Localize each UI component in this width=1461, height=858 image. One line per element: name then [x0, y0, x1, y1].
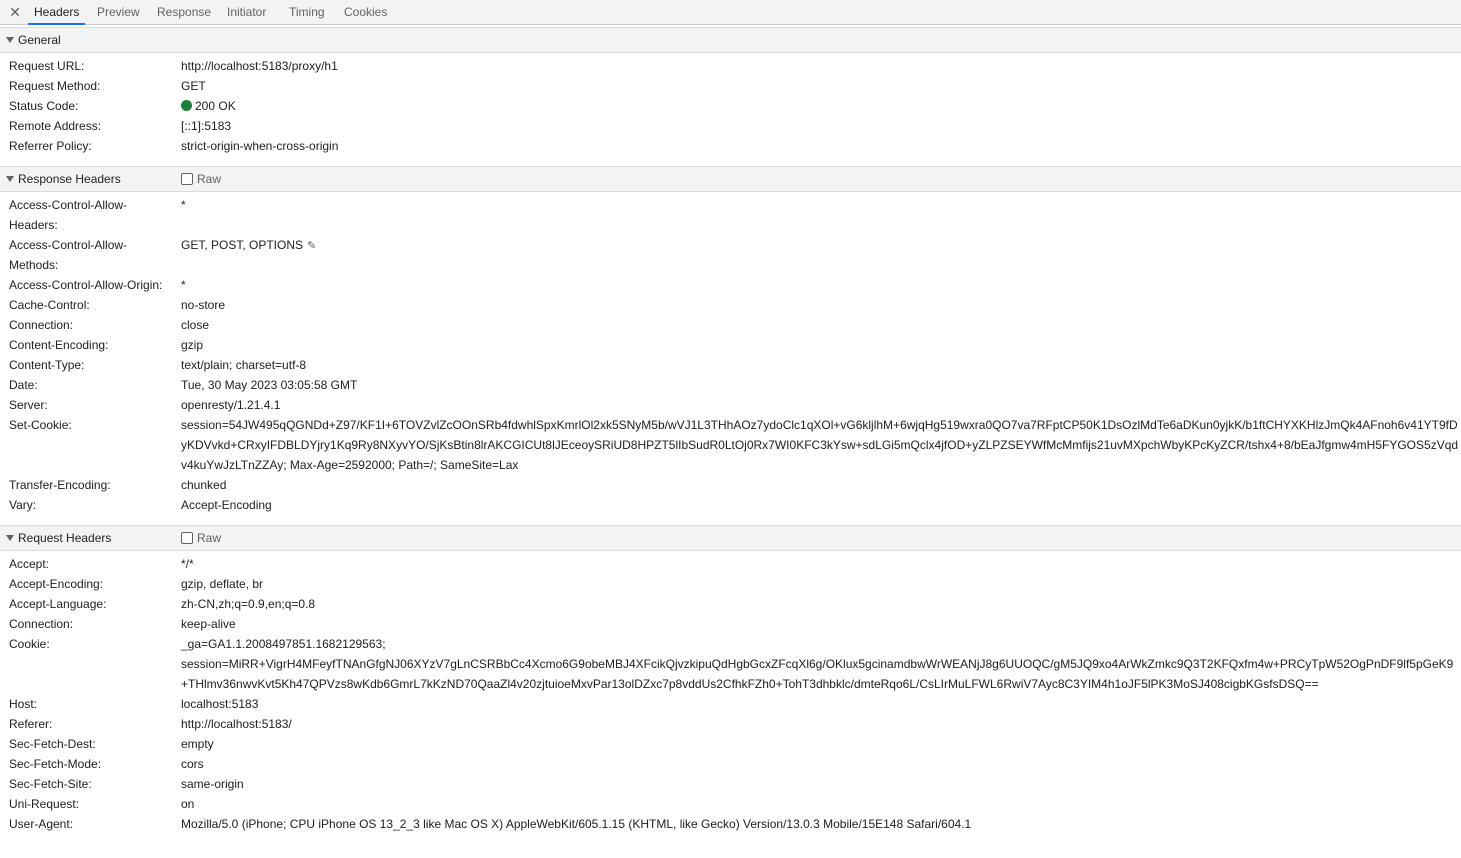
header-value[interactable]: cors — [181, 754, 1459, 774]
raw-label: Raw — [197, 531, 222, 545]
header-key: Connection: — [9, 318, 74, 332]
general-section-header[interactable]: General — [0, 27, 1461, 53]
header-value[interactable]: close — [181, 315, 1459, 335]
header-key: Request URL: — [9, 59, 85, 73]
header-value[interactable]: http://localhost:5183/ — [181, 714, 1459, 734]
header-key: Accept-Encoding: — [9, 577, 104, 591]
raw-checkbox[interactable] — [181, 173, 193, 185]
header-key: Sec-Fetch-Dest: — [9, 737, 96, 751]
header-key: Content-Encoding: — [9, 338, 109, 352]
header-value[interactable]: http://localhost:5183/proxy/h1 — [181, 56, 1459, 76]
header-value[interactable]: no-store — [181, 295, 1459, 315]
header-value[interactable]: on — [181, 794, 1459, 814]
header-key: Accept: — [9, 557, 50, 571]
request-headers-section-header[interactable]: Request Headers Raw — [0, 525, 1461, 551]
header-key: Status Code: — [9, 99, 79, 113]
header-value[interactable]: same-origin — [181, 774, 1459, 794]
close-icon[interactable]: ✕ — [8, 4, 22, 20]
raw-toggle[interactable]: Raw — [181, 167, 221, 191]
header-value[interactable]: Tue, 30 May 2023 03:05:58 GMT — [181, 375, 1459, 395]
header-value[interactable]: Mozilla/5.0 (iPhone; CPU iPhone OS 13_2_… — [181, 814, 1459, 834]
header-value[interactable]: empty — [181, 734, 1459, 754]
pencil-icon[interactable]: ✎ — [307, 236, 316, 256]
tab-initiator[interactable]: Initiator — [221, 0, 272, 25]
header-value[interactable]: zh-CN,zh;q=0.9,en;q=0.8 — [181, 594, 1459, 614]
header-key: User-Agent: — [9, 817, 74, 831]
raw-toggle[interactable]: Raw — [181, 526, 221, 550]
header-value[interactable]: gzip, deflate, br — [181, 574, 1459, 594]
header-key: Date: — [9, 378, 38, 392]
header-key: Remote Address: — [9, 119, 102, 133]
header-key: Host: — [9, 697, 38, 711]
header-value[interactable]: strict-origin-when-cross-origin — [181, 136, 1459, 156]
header-value[interactable]: text/plain; charset=utf-8 — [181, 355, 1459, 375]
header-value[interactable]: GET, POST, OPTIONS ✎ — [181, 235, 1459, 256]
header-value[interactable]: * — [181, 195, 1459, 215]
header-value[interactable]: keep-alive — [181, 614, 1459, 634]
response-headers-section-header[interactable]: Response Headers Raw — [0, 166, 1461, 192]
header-value[interactable]: GET — [181, 76, 1459, 96]
header-value[interactable]: localhost:5183 — [181, 694, 1459, 714]
header-key: Content-Type: — [9, 358, 85, 372]
devtools-tab-bar: ✕ Headers Preview Response Initiator Tim… — [0, 0, 1461, 25]
header-key: Accept-Language: — [9, 597, 107, 611]
header-key: Access-Control-Allow-Headers: — [9, 198, 128, 232]
header-key: Sec-Fetch-Mode: — [9, 757, 102, 771]
header-key: Cache-Control: — [9, 298, 90, 312]
header-key: Cookie: — [9, 637, 50, 651]
header-key: Set-Cookie: — [9, 418, 72, 432]
tab-cookies[interactable]: Cookies — [338, 0, 393, 25]
tab-preview[interactable]: Preview — [91, 0, 146, 25]
header-key: Request Method: — [9, 79, 101, 93]
header-value-text: GET, POST, OPTIONS — [181, 238, 304, 252]
section-title-request-headers: Request Headers — [18, 531, 112, 545]
tab-headers[interactable]: Headers — [28, 0, 86, 25]
tab-timing[interactable]: Timing — [283, 0, 331, 25]
header-value[interactable]: _ga=GA1.1.2008497851.1682129563; — [181, 634, 1459, 654]
header-value[interactable]: session=54JW495qQGNDd+Z97/KF1I+6TOVZvlZc… — [181, 415, 1459, 475]
header-value[interactable]: session=MiRR+VigrH4MFeyfTNAnGfgNJ06XYzV7… — [181, 654, 1459, 694]
header-key: Referer: — [9, 717, 53, 731]
header-value[interactable]: 200 OK — [181, 96, 1459, 116]
header-key: Access-Control-Allow-Methods: — [9, 238, 128, 272]
header-key: Access-Control-Allow-Origin: — [9, 278, 163, 292]
header-value[interactable]: openresty/1.21.4.1 — [181, 395, 1459, 415]
triangle-down-icon[interactable] — [6, 37, 14, 43]
header-key: Server: — [9, 398, 48, 412]
header-key: Uni-Request: — [9, 797, 80, 811]
raw-label: Raw — [197, 172, 222, 186]
header-key: Sec-Fetch-Site: — [9, 777, 92, 791]
section-title-general: General — [18, 33, 61, 47]
header-key: Transfer-Encoding: — [9, 478, 111, 492]
header-key: Referrer Policy: — [9, 139, 92, 153]
triangle-down-icon[interactable] — [6, 176, 14, 182]
triangle-down-icon[interactable] — [6, 535, 14, 541]
header-value[interactable]: chunked — [181, 475, 1459, 495]
header-value[interactable]: */* — [181, 554, 1459, 574]
section-title-response-headers: Response Headers — [18, 172, 121, 186]
tab-response[interactable]: Response — [151, 0, 217, 25]
header-value[interactable]: Accept-Encoding — [181, 495, 1459, 515]
header-key: Connection: — [9, 617, 74, 631]
header-value[interactable]: gzip — [181, 335, 1459, 355]
header-value[interactable]: [::1]:5183 — [181, 116, 1459, 136]
status-ok-icon — [181, 100, 192, 111]
status-code-text: 200 OK — [195, 99, 236, 113]
header-key: Vary: — [9, 498, 37, 512]
header-value[interactable]: * — [181, 275, 1459, 295]
raw-checkbox[interactable] — [181, 532, 193, 544]
